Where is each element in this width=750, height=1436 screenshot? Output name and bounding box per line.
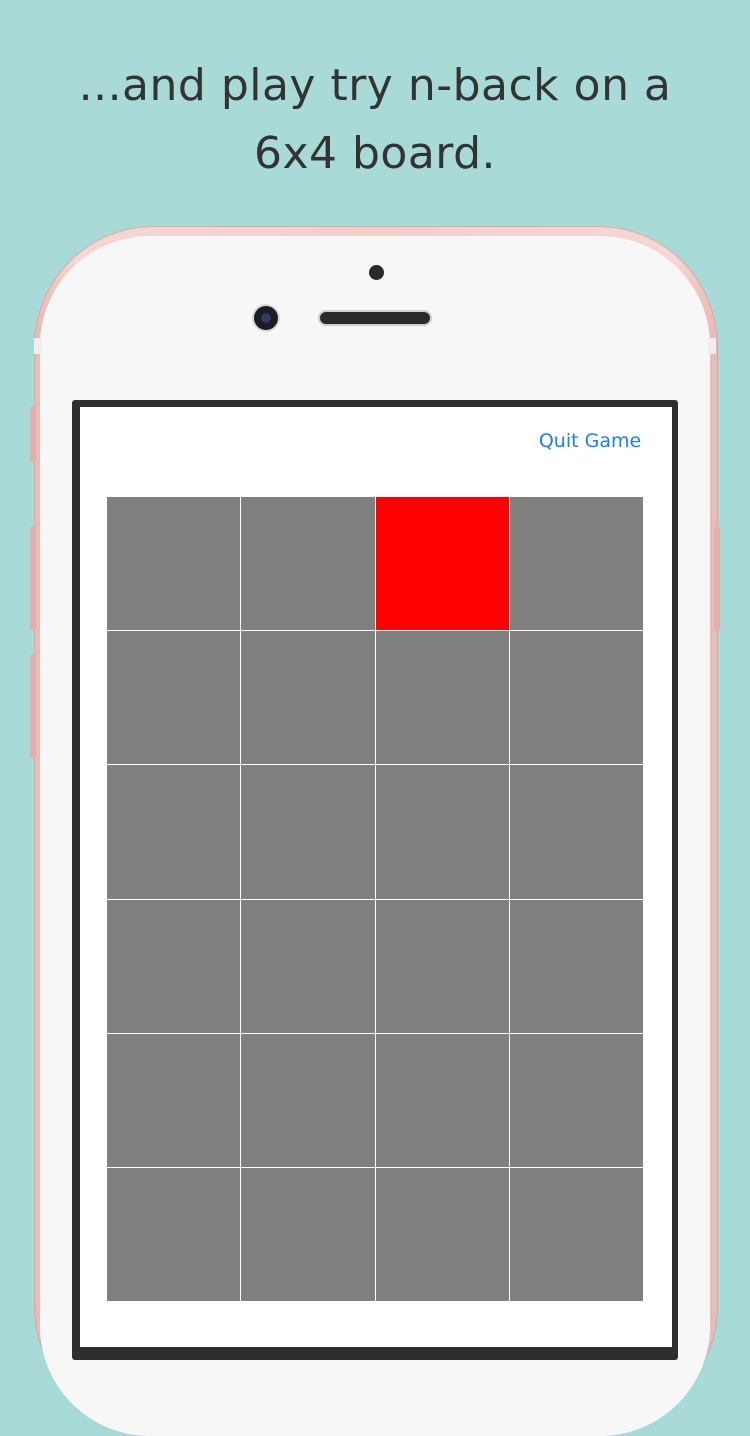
grid-cell[interactable]: [509, 1033, 643, 1167]
grid-cell[interactable]: [509, 631, 643, 765]
grid-cell[interactable]: [107, 1167, 241, 1301]
grid-cell[interactable]: [375, 631, 509, 765]
volume-up-button: [30, 526, 36, 630]
grid-cell[interactable]: [107, 899, 241, 1033]
game-board: [107, 497, 643, 1301]
promo-caption: ...and play try n-back on a 6x4 board.: [78, 60, 672, 179]
grid-cell[interactable]: [241, 899, 375, 1033]
grid-cell[interactable]: [241, 1033, 375, 1167]
grid-cell[interactable]: [509, 497, 643, 631]
grid-cell[interactable]: [509, 899, 643, 1033]
volume-down-button: [30, 654, 36, 758]
grid-cell[interactable]: [509, 765, 643, 899]
grid-cell[interactable]: [241, 631, 375, 765]
grid-cell[interactable]: [241, 1167, 375, 1301]
grid-cell[interactable]: [241, 765, 375, 899]
grid-cell[interactable]: [375, 1167, 509, 1301]
grid-cell[interactable]: [509, 1167, 643, 1301]
front-camera-icon: [254, 306, 278, 330]
grid-cell[interactable]: [375, 1033, 509, 1167]
grid-cell[interactable]: [107, 631, 241, 765]
grid-cell[interactable]: [107, 765, 241, 899]
grid-cell[interactable]: [375, 765, 509, 899]
proximity-sensor-icon: [369, 265, 384, 280]
grid-cell[interactable]: [107, 1033, 241, 1167]
quit-game-button[interactable]: Quit Game: [530, 426, 650, 456]
mute-switch: [30, 406, 36, 462]
grid-cell[interactable]: [241, 497, 375, 631]
antenna-band-left: [34, 338, 42, 354]
grid-cell[interactable]: [107, 497, 241, 631]
grid-cell[interactable]: [375, 899, 509, 1033]
power-button: [714, 526, 720, 630]
earpiece-speaker-icon: [320, 312, 430, 324]
grid-cell-active[interactable]: [375, 497, 509, 631]
antenna-band-right: [708, 338, 716, 354]
